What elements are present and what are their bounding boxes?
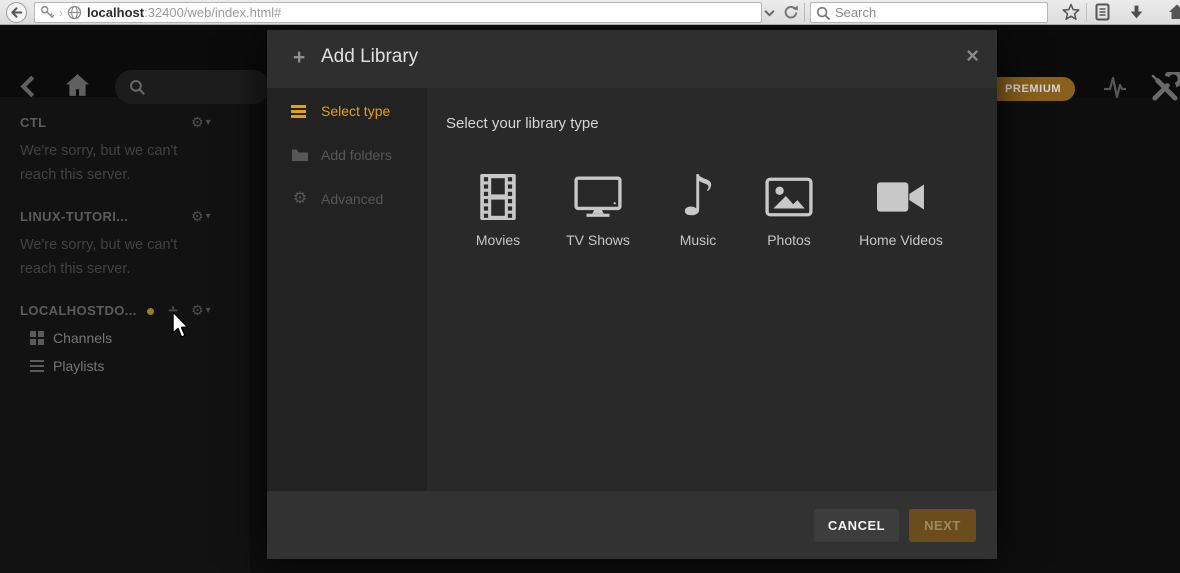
bookmarks-menu-icon[interactable] <box>1094 3 1111 26</box>
sidebar-item-label: Channels <box>53 330 112 346</box>
error-line: reach this server. <box>20 261 130 277</box>
step-advanced[interactable]: ⚙ Advanced <box>291 191 383 207</box>
server-settings-ctl[interactable]: ⚙▾ <box>191 114 211 131</box>
dialog-content: Select your library type <box>427 88 997 491</box>
channels-grid-icon <box>30 331 44 345</box>
app-back-button[interactable] <box>20 75 35 103</box>
mouse-cursor <box>170 311 191 346</box>
next-button[interactable]: NEXT <box>909 509 976 542</box>
gear-icon: ⚙ <box>191 208 204 225</box>
folder-icon <box>291 148 309 162</box>
library-type-label: Photos <box>744 232 834 248</box>
step-label: Advanced <box>321 191 383 207</box>
step-select-type[interactable]: Select type <box>291 103 390 119</box>
music-note-icon: ♪ <box>653 168 743 226</box>
url-bar[interactable]: › localhost:32400/web/index.html# <box>34 2 762 23</box>
chevron-down-icon: ▾ <box>206 211 211 222</box>
premium-badge-label: PREMIUM <box>1005 83 1061 95</box>
sidebar-item-playlists[interactable]: Playlists <box>30 358 104 374</box>
settings-tools-icon[interactable] <box>1149 72 1180 108</box>
sidebar: CTL ⚙▾ We're sorry, but we can't reach t… <box>0 97 250 573</box>
url-text: localhost:32400/web/index.html# <box>87 5 281 20</box>
gear-icon: ⚙ <box>191 302 204 319</box>
sidebar-item-label: Playlists <box>53 358 104 374</box>
reload-button[interactable] <box>783 4 799 25</box>
search-icon <box>816 6 831 21</box>
list-icon <box>291 105 309 118</box>
library-type-label: Music <box>653 232 743 248</box>
server-error-text: We're sorry, but we can't reach this ser… <box>20 233 177 281</box>
dialog-footer: CANCEL NEXT <box>267 491 997 559</box>
server-status-dot <box>147 308 154 315</box>
playlists-list-icon <box>30 360 44 373</box>
tv-icon <box>553 168 643 226</box>
plus-icon: + <box>293 47 305 69</box>
library-type-label: Movies <box>453 232 543 248</box>
server-settings-linux-tutorial[interactable]: ⚙▾ <box>191 208 211 225</box>
library-type-photos[interactable]: Photos <box>744 168 834 248</box>
bookmark-star-icon[interactable] <box>1062 3 1080 26</box>
library-type-label: Home Videos <box>841 232 961 248</box>
downloads-icon[interactable] <box>1128 4 1145 26</box>
server-name-localhost[interactable]: LOCALHOSTDO... <box>20 303 137 318</box>
toolbar-divider <box>804 3 805 22</box>
browser-home-icon[interactable] <box>1168 3 1180 26</box>
chevron-down-icon: ▾ <box>206 305 211 316</box>
cancel-button[interactable]: CANCEL <box>814 509 899 542</box>
app-home-button[interactable] <box>64 72 91 104</box>
breadcrumb-separator: › <box>59 6 63 20</box>
error-line: We're sorry, but we can't <box>20 143 177 159</box>
library-type-label: TV Shows <box>553 232 643 248</box>
video-camera-icon <box>841 168 961 226</box>
toolbar-divider <box>1086 3 1087 22</box>
step-add-folders[interactable]: Add folders <box>291 147 392 163</box>
dialog-header: + Add Library × <box>267 30 997 88</box>
server-name-ctl[interactable]: CTL <box>20 115 46 130</box>
dialog-title: Add Library <box>321 46 418 68</box>
search-icon <box>129 79 146 96</box>
browser-search-box[interactable] <box>810 2 1048 23</box>
globe-icon <box>67 5 82 20</box>
browser-toolbar: › localhost:32400/web/index.html# <box>0 0 1180 25</box>
sidebar-item-channels[interactable]: Channels <box>30 330 112 346</box>
activity-icon[interactable] <box>1102 74 1128 105</box>
library-type-movies[interactable]: Movies <box>453 168 543 248</box>
error-line: reach this server. <box>20 167 130 183</box>
server-name-linux-tutorial[interactable]: LINUX-TUTORI... <box>20 209 128 224</box>
key-icon <box>40 5 55 20</box>
url-dropdown-button[interactable] <box>764 6 775 24</box>
chevron-down-icon: ▾ <box>206 117 211 128</box>
library-type-home-videos[interactable]: Home Videos <box>841 168 961 248</box>
add-library-dialog: + Add Library × Select type Add folders … <box>267 30 997 559</box>
content-heading: Select your library type <box>446 115 599 132</box>
browser-back-button[interactable] <box>6 2 27 23</box>
app-search-input[interactable] <box>151 75 261 99</box>
url-host: localhost <box>87 5 144 20</box>
photo-icon <box>744 168 834 226</box>
browser-search-input[interactable] <box>835 4 1040 21</box>
library-type-music[interactable]: ♪ Music <box>653 168 743 248</box>
server-settings-localhost[interactable]: ⚙▾ <box>191 302 211 319</box>
app-search-box[interactable] <box>115 70 270 104</box>
close-icon[interactable]: × <box>966 43 979 69</box>
dialog-step-nav: Select type Add folders ⚙ Advanced <box>267 88 427 491</box>
url-path: :32400/web/index.html# <box>144 5 281 20</box>
back-arrow-icon <box>10 6 23 19</box>
step-label: Add folders <box>321 147 392 163</box>
library-type-tv-shows[interactable]: TV Shows <box>553 168 643 248</box>
note-glyph: ♪ <box>680 169 716 225</box>
step-label: Select type <box>321 103 390 119</box>
movies-filmstrip-icon <box>453 168 543 226</box>
premium-badge: PREMIUM <box>997 77 1075 101</box>
server-error-text: We're sorry, but we can't reach this ser… <box>20 139 177 187</box>
gear-icon: ⚙ <box>191 114 204 131</box>
gear-icon: ⚙ <box>291 191 309 207</box>
error-line: We're sorry, but we can't <box>20 237 177 253</box>
